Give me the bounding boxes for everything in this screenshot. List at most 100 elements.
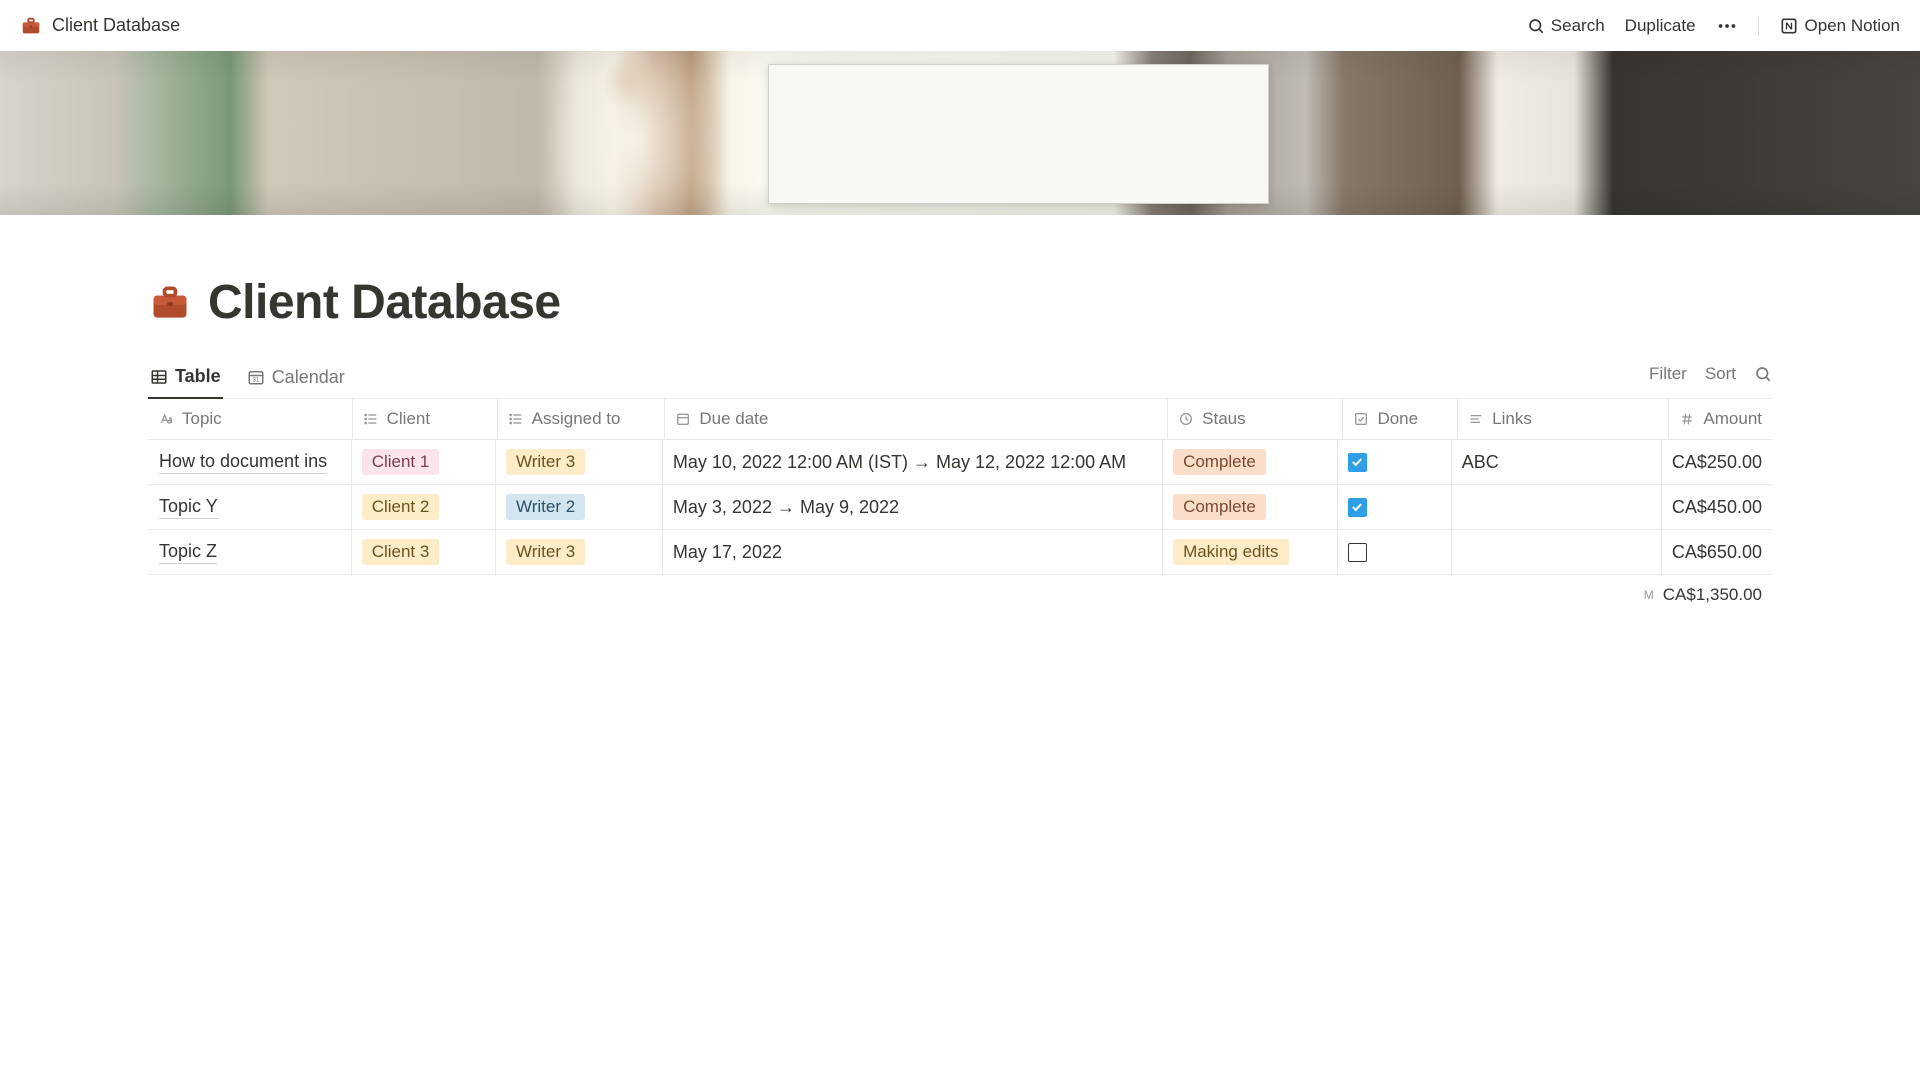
cell-done[interactable]	[1337, 485, 1451, 529]
more-button[interactable]	[1716, 15, 1738, 37]
status-tag: Making edits	[1173, 539, 1288, 565]
cell-due[interactable]: May 10, 2022 12:00 AM (IST) → May 12, 20…	[662, 440, 1162, 484]
col-topic-label: Topic	[182, 409, 222, 429]
cell-amount[interactable]: CA$250.00	[1661, 440, 1772, 484]
cell-links[interactable]	[1451, 485, 1661, 529]
cell-status[interactable]: Making edits	[1162, 530, 1336, 574]
col-due[interactable]: Due date	[664, 399, 1167, 439]
filter-button[interactable]: Filter	[1649, 364, 1687, 384]
col-assigned[interactable]: Assigned to	[497, 399, 665, 439]
cell-due-text: May 3, 2022 → May 9, 2022	[673, 497, 899, 518]
assigned-tag: Writer 3	[506, 449, 585, 475]
cell-amount-text: CA$650.00	[1672, 542, 1762, 563]
open-notion-label: Open Notion	[1805, 16, 1900, 36]
search-button[interactable]: Search	[1527, 16, 1605, 36]
cell-due[interactable]: May 3, 2022 → May 9, 2022	[662, 485, 1162, 529]
topbar-title[interactable]: Client Database	[52, 15, 180, 36]
table-row[interactable]: Topic YClient 2 Writer 2 May 3, 2022 → May…	[148, 485, 1772, 530]
cover-image[interactable]	[0, 51, 1920, 215]
col-links[interactable]: Links	[1457, 399, 1668, 439]
cell-assigned[interactable]: Writer 3	[495, 530, 662, 574]
cell-assigned[interactable]: Writer 2	[495, 485, 662, 529]
cell-amount-text: CA$250.00	[1672, 452, 1762, 473]
col-status-label: Staus	[1202, 409, 1245, 429]
checkbox-icon	[1353, 411, 1369, 427]
cell-client[interactable]: Client 2	[351, 485, 495, 529]
cell-done[interactable]	[1337, 440, 1451, 484]
col-client[interactable]: Client	[352, 399, 497, 439]
table-header: Topic Client Assigned to Due date Staus …	[148, 399, 1772, 440]
topbar-right: Search Duplicate Open Notion	[1527, 15, 1900, 37]
cell-client[interactable]: Client 1	[351, 440, 495, 484]
cell-assigned[interactable]: Writer 3	[495, 440, 662, 484]
database-table: Topic Client Assigned to Due date Staus …	[148, 399, 1772, 605]
cell-due[interactable]: May 17, 2022	[662, 530, 1162, 574]
page-title[interactable]: Client Database	[208, 275, 561, 330]
cell-due-text: May 10, 2022 12:00 AM (IST) → May 12, 20…	[673, 452, 1126, 473]
calendar-icon: 31	[247, 368, 265, 386]
duplicate-button[interactable]: Duplicate	[1625, 16, 1696, 36]
cell-links[interactable]: ABC	[1451, 440, 1661, 484]
page-header: Client Database	[148, 275, 1772, 330]
svg-text:31: 31	[252, 378, 259, 384]
sort-button[interactable]: Sort	[1705, 364, 1736, 384]
client-tag: Client 3	[362, 539, 440, 565]
cell-due-text: May 17, 2022	[673, 542, 782, 563]
status-tag: Complete	[1173, 494, 1266, 520]
sum-row: M CA$1,350.00	[148, 575, 1772, 605]
done-checkbox[interactable]	[1348, 453, 1367, 472]
page-icon[interactable]	[148, 281, 192, 325]
cell-client[interactable]: Client 3	[351, 530, 495, 574]
done-checkbox[interactable]	[1348, 543, 1367, 562]
status-tag: Complete	[1173, 449, 1266, 475]
views-left: Table 31 Calendar	[148, 358, 347, 398]
table-row[interactable]: Topic Z Client 3 Writer 3 May 17, 2022 Makin…	[148, 530, 1772, 575]
topbar-divider	[1758, 16, 1759, 36]
number-icon	[1679, 411, 1695, 427]
col-links-label: Links	[1492, 409, 1532, 429]
table-row[interactable]: How to document ins Client 1 Writer 3 May 1…	[148, 440, 1772, 485]
sum-label: M	[1644, 588, 1655, 602]
tab-calendar-label: Calendar	[272, 367, 345, 388]
cell-topic-text: Topic Z	[159, 541, 217, 564]
cell-topic[interactable]: How to document ins	[148, 440, 351, 484]
cell-status[interactable]: Complete	[1162, 440, 1336, 484]
done-checkbox[interactable]	[1348, 498, 1367, 517]
sum-value: CA$1,350.00	[1663, 585, 1762, 605]
assigned-tag: Writer 2	[506, 494, 585, 520]
cell-done[interactable]	[1337, 530, 1451, 574]
search-table-button[interactable]	[1754, 365, 1772, 383]
date-icon	[675, 411, 691, 427]
cell-status[interactable]: Complete	[1162, 485, 1336, 529]
more-icon	[1716, 15, 1738, 37]
cell-topic-text: How to document ins	[159, 451, 327, 474]
tab-table-label: Table	[175, 366, 221, 387]
cell-amount[interactable]: CA$650.00	[1661, 530, 1772, 574]
briefcase-icon	[20, 15, 42, 37]
col-done-label: Done	[1377, 409, 1418, 429]
col-done[interactable]: Done	[1342, 399, 1457, 439]
cell-topic[interactable]: Topic Y	[148, 485, 351, 529]
col-amount[interactable]: Amount	[1668, 399, 1772, 439]
col-amount-label: Amount	[1703, 409, 1762, 429]
views-bar: Table 31 Calendar Filter Sort	[148, 358, 1772, 399]
topbar: Client Database Search Duplicate Open No…	[0, 0, 1920, 51]
content: Client Database Table 31 Calendar Filter…	[0, 275, 1920, 605]
list-icon	[363, 411, 379, 427]
tab-table[interactable]: Table	[148, 358, 223, 399]
tab-calendar[interactable]: 31 Calendar	[245, 359, 347, 398]
open-notion-button[interactable]: Open Notion	[1779, 16, 1900, 36]
assigned-tag: Writer 3	[506, 539, 585, 565]
topbar-left: Client Database	[20, 15, 180, 37]
cell-topic[interactable]: Topic Z	[148, 530, 351, 574]
col-assigned-label: Assigned to	[532, 409, 621, 429]
views-right: Filter Sort	[1649, 364, 1772, 392]
status-icon	[1178, 411, 1194, 427]
col-status[interactable]: Staus	[1167, 399, 1342, 439]
cell-links[interactable]	[1451, 530, 1661, 574]
duplicate-label: Duplicate	[1625, 16, 1696, 36]
col-topic[interactable]: Topic	[148, 399, 352, 439]
col-due-label: Due date	[699, 409, 768, 429]
table-icon	[150, 368, 168, 386]
cell-amount[interactable]: CA$450.00	[1661, 485, 1772, 529]
